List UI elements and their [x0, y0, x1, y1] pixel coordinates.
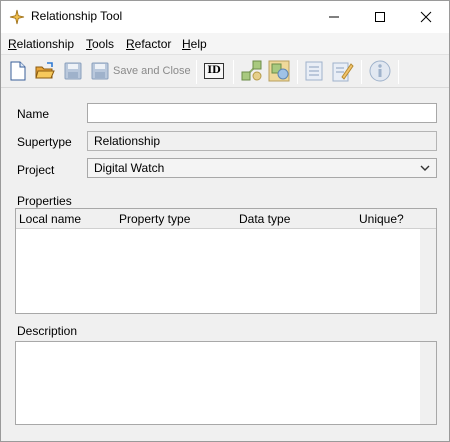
column-header[interactable]: Local name: [19, 212, 81, 226]
close-button[interactable]: [403, 1, 449, 33]
save-button[interactable]: [64, 60, 82, 82]
column-header[interactable]: Property type: [119, 212, 190, 226]
toolbar: Save and Close ID: [1, 55, 449, 88]
toolbar-separator: [361, 60, 362, 84]
add-graph-button[interactable]: [241, 60, 263, 82]
table-header: Local name Property type Data type Uniqu…: [16, 209, 436, 229]
project-select-value: Digital Watch: [94, 161, 165, 175]
properties-button[interactable]: [305, 60, 323, 82]
project-select[interactable]: Digital Watch: [87, 158, 437, 178]
window-title: Relationship Tool: [31, 9, 123, 23]
new-button[interactable]: [9, 60, 27, 82]
description-label: Description: [17, 324, 78, 338]
toolbar-separator: [398, 60, 399, 84]
properties-label: Properties: [17, 194, 72, 208]
save-and-close-button[interactable]: Save and Close: [91, 60, 191, 82]
pattern-button[interactable]: [268, 60, 290, 82]
column-header[interactable]: Unique?: [359, 212, 404, 226]
menu-relationship[interactable]: Relationship: [8, 37, 74, 51]
info-icon: [369, 60, 391, 82]
table-scrollbar[interactable]: [420, 229, 436, 313]
document-list-icon: [305, 61, 323, 81]
supertype-field: Relationship: [87, 131, 437, 151]
menu-bar: Relationship Tools Refactor Help: [1, 33, 449, 55]
id-button[interactable]: ID: [204, 60, 224, 82]
properties-table[interactable]: Local name Property type Data type Uniqu…: [15, 208, 437, 314]
maximize-button[interactable]: [357, 1, 403, 33]
close-icon: [420, 11, 432, 23]
minimize-button[interactable]: [311, 1, 357, 33]
name-label: Name: [17, 107, 50, 121]
toolbar-separator: [297, 60, 298, 84]
save-disk-icon: [64, 62, 82, 80]
id-icon: ID: [204, 63, 224, 79]
new-document-icon: [10, 61, 26, 81]
pattern-icon: [268, 60, 290, 82]
edit-button[interactable]: [332, 60, 354, 82]
menu-help[interactable]: Help: [182, 37, 207, 51]
maximize-icon: [375, 12, 385, 22]
menu-tools[interactable]: Tools: [86, 37, 114, 51]
project-label: Project: [17, 163, 55, 177]
id-label: ID: [207, 65, 221, 76]
info-button[interactable]: [369, 60, 391, 82]
title-bar: Relationship Tool: [1, 1, 449, 33]
relationship-tool-window: Relationship Tool Relationship Tools Ref…: [0, 0, 450, 442]
minimize-icon: [329, 16, 339, 18]
toolbar-separator: [233, 60, 234, 84]
save-and-close-icon: [91, 62, 109, 80]
open-folder-icon: [35, 62, 55, 79]
sparkle-star-icon: [9, 9, 25, 25]
open-button[interactable]: [35, 60, 55, 82]
toolbar-separator: [196, 60, 197, 84]
menu-refactor[interactable]: Refactor: [126, 37, 171, 51]
name-field[interactable]: [87, 103, 437, 123]
save-and-close-label: Save and Close: [113, 65, 191, 77]
description-scrollbar[interactable]: [420, 342, 436, 424]
edit-pencil-icon: [332, 62, 354, 82]
graph-nodes-icon: [241, 60, 262, 81]
column-header[interactable]: Data type: [239, 212, 290, 226]
supertype-label: Supertype: [17, 135, 72, 149]
description-textarea[interactable]: [15, 341, 437, 425]
chevron-down-icon: [420, 165, 430, 171]
